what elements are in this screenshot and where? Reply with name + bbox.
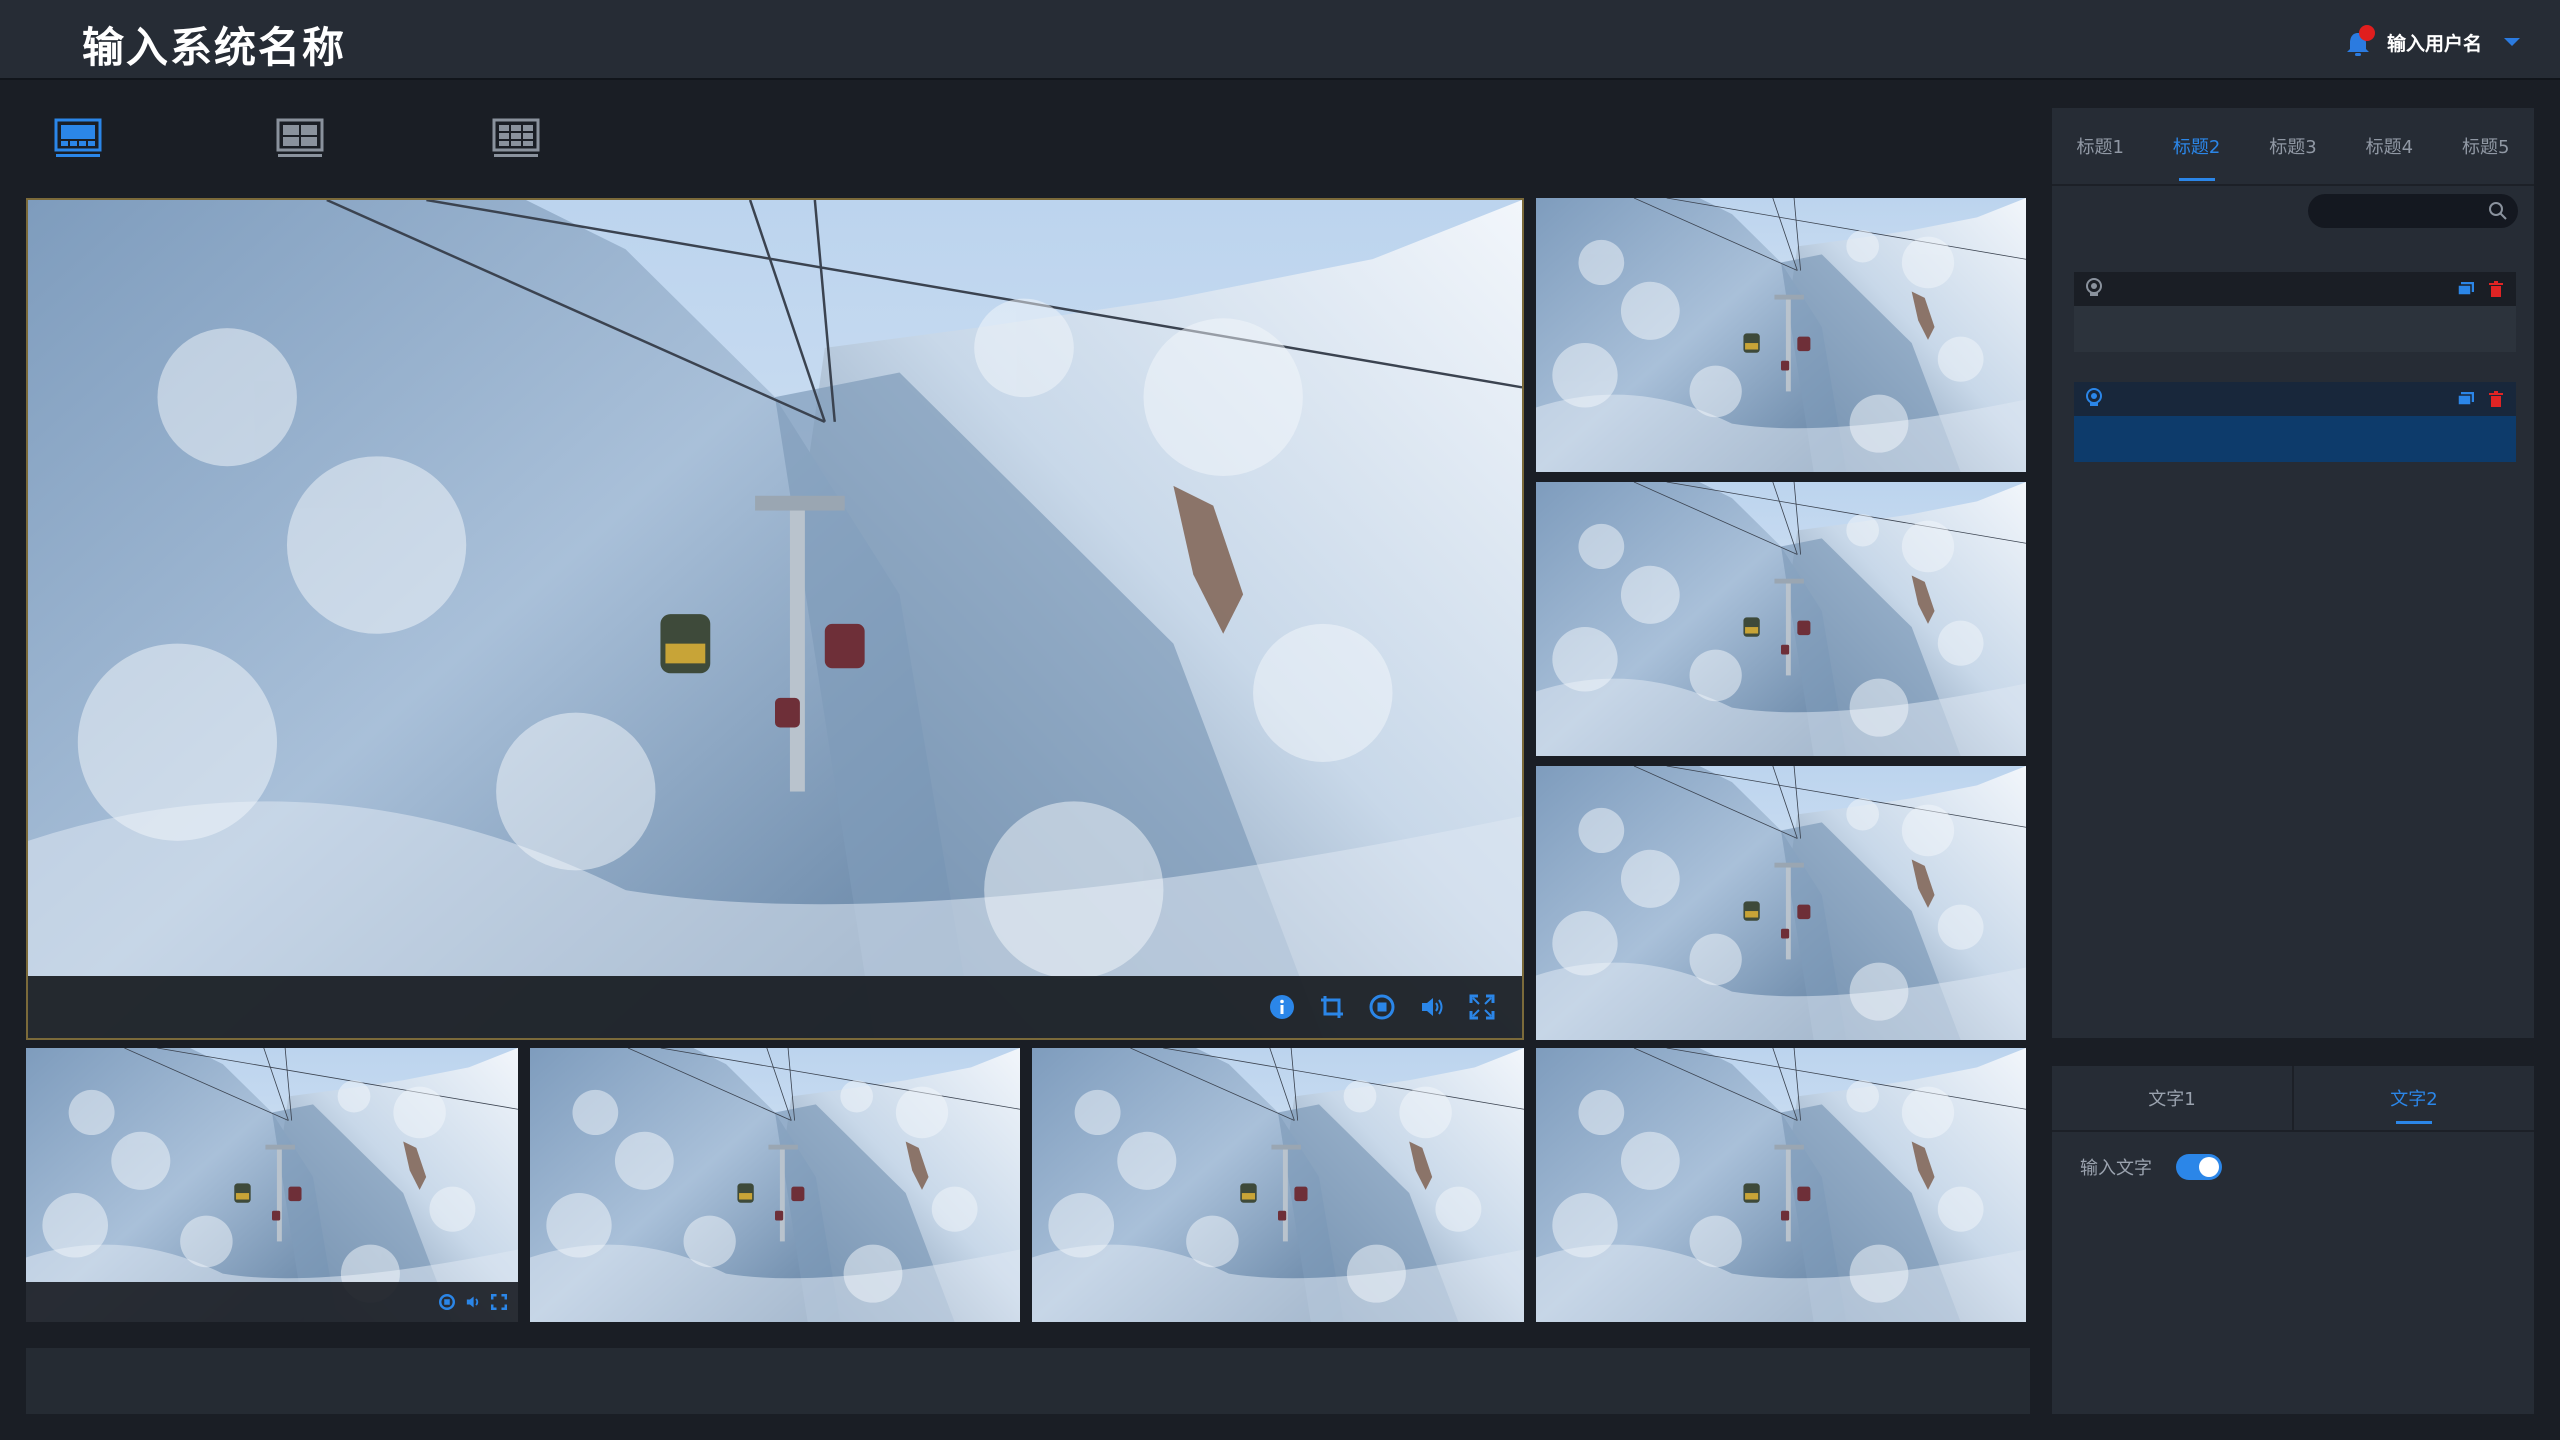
info-icon[interactable]	[1268, 993, 1296, 1021]
copy-icon[interactable]	[2456, 279, 2476, 299]
video-frame	[1032, 1048, 1524, 1322]
video-tile-8[interactable]	[1536, 1048, 2026, 1322]
settings-tabs: 文字1 文字2	[2052, 1066, 2534, 1132]
tab-title-5[interactable]: 标题5	[2460, 127, 2511, 165]
timeline-strip	[26, 1348, 2030, 1414]
text-toggle-switch[interactable]	[2176, 1154, 2222, 1180]
video-frame	[530, 1048, 1020, 1322]
volume-icon[interactable]	[464, 1293, 482, 1311]
delete-icon[interactable]	[2486, 389, 2506, 409]
layout-four-button[interactable]	[274, 116, 326, 162]
app-header: 输入系统名称 输入用户名	[0, 0, 2560, 80]
video-tile-2[interactable]	[1536, 198, 2026, 472]
notification-bell[interactable]	[2343, 25, 2375, 59]
copy-icon[interactable]	[2456, 389, 2476, 409]
layout-9-icon	[492, 118, 540, 157]
video-tile-6[interactable]	[530, 1048, 1020, 1322]
camera-row-1-body[interactable]	[2074, 306, 2516, 352]
tab-text-2[interactable]: 文字2	[2292, 1066, 2534, 1130]
video-frame	[28, 200, 1522, 1038]
video-frame	[1536, 482, 2026, 756]
record-icon[interactable]	[1368, 993, 1396, 1021]
tab-title-1[interactable]: 标题1	[2074, 127, 2125, 165]
record-icon[interactable]	[438, 1293, 456, 1311]
video-tile-main[interactable]	[26, 198, 1524, 1040]
fullscreen-icon[interactable]	[1468, 993, 1496, 1021]
video-frame	[1536, 1048, 2026, 1322]
tab-title-3[interactable]: 标题3	[2267, 127, 2318, 165]
tab-text-1[interactable]: 文字1	[2052, 1066, 2292, 1130]
fullscreen-icon[interactable]	[490, 1293, 508, 1311]
toggle-row: 输入文字	[2080, 1154, 2222, 1180]
layout-single-button[interactable]	[52, 116, 104, 162]
video-tile-4[interactable]	[1536, 766, 2026, 1040]
layout-nine-button[interactable]	[490, 116, 542, 162]
video-frame	[1536, 766, 2026, 1040]
crop-icon[interactable]	[1318, 993, 1346, 1021]
video-tile-3[interactable]	[1536, 482, 2026, 756]
layout-4-icon	[276, 118, 324, 157]
device-panel: 标题1 标题2 标题3 标题4 标题5	[2052, 108, 2534, 1038]
delete-icon[interactable]	[2486, 279, 2506, 299]
device-tabs: 标题1 标题2 标题3 标题4 标题5	[2052, 108, 2534, 186]
tab-title-2[interactable]: 标题2	[2171, 127, 2222, 181]
chevron-down-icon[interactable]	[2504, 38, 2520, 46]
video-tile-5[interactable]	[26, 1048, 518, 1322]
layout-1-icon	[54, 118, 102, 157]
camera-row-2-body[interactable]	[2074, 416, 2516, 462]
app-title: 输入系统名称	[82, 23, 347, 72]
video-control-bar	[28, 976, 1522, 1038]
search-input[interactable]	[2308, 194, 2518, 228]
camera-row-1[interactable]	[2074, 272, 2516, 306]
notification-dot	[2358, 25, 2375, 41]
video-tile-7[interactable]	[1032, 1048, 1524, 1322]
user-area: 输入用户名	[2343, 22, 2520, 62]
camera-row-2[interactable]	[2074, 382, 2516, 416]
tab-title-4[interactable]: 标题4	[2364, 127, 2415, 165]
settings-panel: 文字1 文字2 输入文字	[2052, 1066, 2534, 1414]
camera-icon	[2084, 387, 2104, 411]
video-frame	[1536, 198, 2026, 472]
toggle-label: 输入文字	[2080, 1158, 2152, 1179]
camera-icon	[2084, 277, 2104, 301]
search-icon[interactable]	[2488, 201, 2508, 221]
video-control-bar-small	[26, 1282, 518, 1322]
volume-icon[interactable]	[1418, 993, 1446, 1021]
video-frame	[26, 1048, 518, 1322]
toggle-knob	[2199, 1157, 2219, 1177]
username[interactable]: 输入用户名	[2387, 29, 2482, 56]
